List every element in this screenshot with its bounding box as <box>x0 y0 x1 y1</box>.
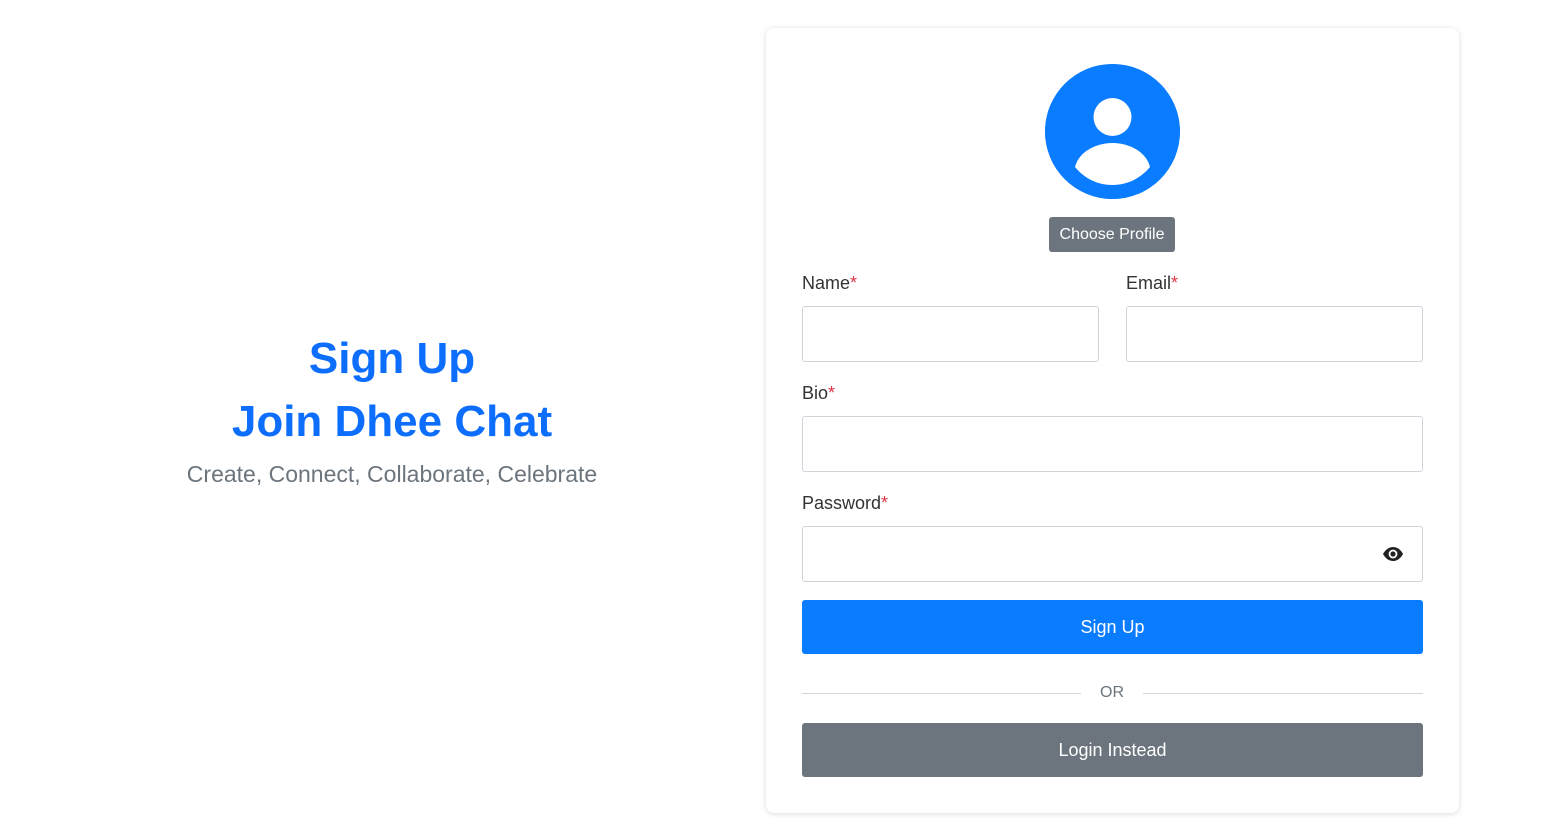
sign-up-button[interactable]: Sign Up <box>802 600 1423 654</box>
name-label-text: Name <box>802 273 851 293</box>
hero-title-sign-up: Sign Up <box>308 334 476 383</box>
email-label-text: Email <box>1126 273 1172 293</box>
divider-or: OR <box>1100 684 1124 701</box>
hero-title-join: Join Dhee Chat <box>231 397 553 446</box>
email-required-mark: * <box>1171 273 1179 293</box>
password-required-mark: * <box>881 493 889 513</box>
email-input[interactable] <box>1126 306 1423 362</box>
bio-input[interactable] <box>802 416 1423 472</box>
bio-label-text: Bio <box>802 383 829 403</box>
name-required-mark: * <box>850 273 858 293</box>
signup-page: Sign Up Join Dhee Chat Create, Connect, … <box>0 0 1568 837</box>
bio-label: Bio* <box>802 382 835 404</box>
name-label: Name* <box>802 272 857 294</box>
hero-section: Sign Up Join Dhee Chat Create, Connect, … <box>0 0 784 837</box>
signup-card: Choose Profile Name* Email* Bio* Passwor… <box>766 28 1459 813</box>
avatar-graphic <box>1045 64 1180 199</box>
choose-profile-button[interactable]: Choose Profile <box>1049 217 1175 252</box>
email-label: Email* <box>1126 272 1178 294</box>
divider-line-left <box>802 693 1081 694</box>
name-input[interactable] <box>802 306 1099 362</box>
password-label-text: Password <box>802 493 882 513</box>
login-instead-button[interactable]: Login Instead <box>802 723 1423 777</box>
bio-required-mark: * <box>828 383 836 403</box>
user-circle-icon[interactable] <box>1045 64 1180 199</box>
eye-icon[interactable] <box>1380 543 1406 565</box>
hero-subtitle: Create, Connect, Collaborate, Celebrate <box>186 461 598 487</box>
password-label: Password* <box>802 492 888 514</box>
password-input[interactable] <box>802 526 1423 582</box>
divider-line-right <box>1143 693 1423 694</box>
eye-icon-graphic <box>1383 547 1403 561</box>
